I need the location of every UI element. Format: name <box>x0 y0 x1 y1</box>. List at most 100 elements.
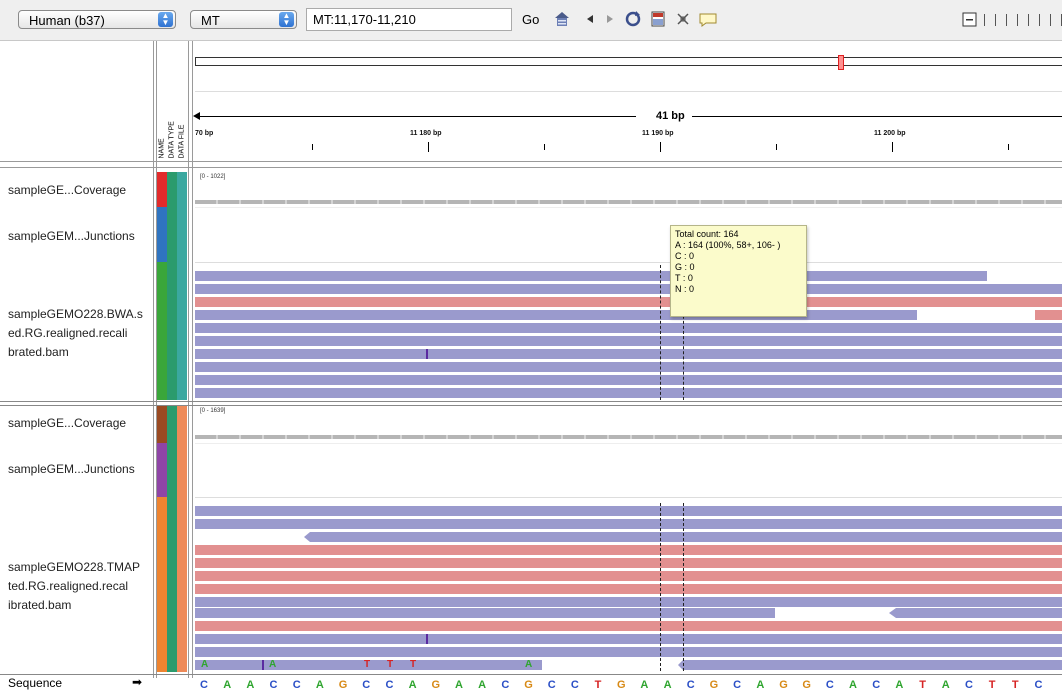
read[interactable] <box>310 532 1062 542</box>
insertion-marker[interactable] <box>426 349 428 359</box>
dropdown-arrows-icon: ▲ ▼ <box>158 12 173 27</box>
read[interactable] <box>195 310 917 320</box>
track-name-alignments-line1[interactable]: sampleGEMO228.TMAP <box>8 558 140 577</box>
sequence-base: C <box>872 679 881 691</box>
attribute-header-name[interactable]: NAME <box>159 109 166 158</box>
read[interactable] <box>195 621 1062 631</box>
coverage-range: [0 - 1022] <box>200 174 226 180</box>
read[interactable] <box>195 349 1062 359</box>
resize-panels-icon[interactable] <box>648 9 668 29</box>
track-name-coverage[interactable]: sampleGE...Coverage <box>8 414 126 433</box>
track-name-alignments-line3[interactable]: brated.bam <box>8 343 69 362</box>
track-name-junctions[interactable]: sampleGEM...Junctions <box>8 460 135 479</box>
coverage-range: [0 - 1639] <box>200 408 226 414</box>
sequence-base: A <box>223 679 232 691</box>
sequence-base: A <box>454 679 463 691</box>
sequence-base: G <box>338 679 348 691</box>
chromosome-dropdown[interactable]: MT ▲ ▼ <box>190 10 297 29</box>
chromosome-ideogram[interactable] <box>195 57 1062 66</box>
sequence-base: G <box>524 679 533 691</box>
sequence-base: G <box>779 679 788 691</box>
sequence-base: C <box>733 679 742 691</box>
read[interactable] <box>195 297 1062 307</box>
sequence-base: G <box>431 679 441 691</box>
tooltip-line: T : 0 <box>675 273 693 283</box>
sequence-base: A <box>756 679 765 691</box>
attribute-header-data-type[interactable]: DATA TYPE <box>169 109 176 158</box>
sequence-base: C <box>686 679 695 691</box>
track-name-alignments-line3[interactable]: ibrated.bam <box>8 596 71 615</box>
sequence-base: C <box>570 679 579 691</box>
coverage-tooltip: Total count: 164 A : 164 (100%, 58+, 106… <box>670 225 807 317</box>
read[interactable] <box>195 388 1062 398</box>
mismatch-base: T <box>364 659 371 670</box>
genome-dropdown[interactable]: Human (b37) ▲ ▼ <box>18 10 176 29</box>
zoom-out-icon[interactable] <box>960 9 980 29</box>
read[interactable] <box>195 519 1062 529</box>
sequence-base: A <box>849 679 857 691</box>
mismatch-base: T <box>410 659 417 670</box>
track-name-coverage[interactable]: sampleGE...Coverage <box>8 181 126 200</box>
sequence-base: A <box>246 679 255 691</box>
mismatch-base: A <box>201 659 209 670</box>
back-arrow-icon[interactable] <box>580 9 600 29</box>
read[interactable] <box>195 634 1062 644</box>
sequence-base: A <box>663 679 672 691</box>
mismatch-base: T <box>387 659 394 670</box>
read[interactable] <box>195 375 1062 385</box>
insertion-marker[interactable] <box>262 660 264 670</box>
zoom-slider[interactable] <box>984 14 1062 26</box>
track-name-alignments-line2[interactable]: ed.RG.realigned.recali <box>8 324 127 343</box>
span-line-left <box>196 116 636 117</box>
read[interactable] <box>195 608 775 618</box>
insertion-marker[interactable] <box>426 634 428 644</box>
read[interactable] <box>683 660 1062 670</box>
refresh-icon[interactable] <box>623 9 643 29</box>
read[interactable] <box>195 647 1062 657</box>
read[interactable] <box>1035 310 1062 320</box>
read[interactable] <box>195 323 1062 333</box>
sequence-base: A <box>478 679 487 691</box>
sequence-base: G <box>709 679 719 691</box>
read[interactable] <box>195 558 1062 568</box>
read[interactable] <box>896 608 1062 618</box>
read[interactable] <box>195 571 1062 581</box>
read[interactable] <box>195 506 1062 516</box>
read[interactable] <box>195 336 1062 346</box>
sequence-base: C <box>269 679 278 691</box>
sequence-base: T <box>919 679 926 691</box>
home-icon[interactable] <box>552 9 572 29</box>
tooltip-line: Total count: 164 <box>675 229 739 239</box>
tooltip-line: G : 0 <box>675 262 695 272</box>
sequence-base: C <box>362 679 371 691</box>
region-of-interest-icon[interactable] <box>673 9 693 29</box>
attribute-headers: NAME DATA TYPE DATA FILE <box>157 110 187 160</box>
sequence-base: C <box>501 679 510 691</box>
forward-arrow-icon[interactable] <box>600 9 620 29</box>
read[interactable] <box>195 584 1062 594</box>
popup-text-icon[interactable] <box>698 9 718 29</box>
read[interactable] <box>195 545 1062 555</box>
read[interactable] <box>195 362 1062 372</box>
attribute-header-data-file[interactable]: DATA FILE <box>179 109 186 159</box>
toolbar: Human (b37) ▲ ▼ MT ▲ ▼ MT:11,170-11,210 Go <box>0 0 1062 41</box>
read[interactable] <box>195 597 1062 607</box>
track-name-alignments-line2[interactable]: ted.RG.realigned.recal <box>8 577 128 596</box>
sequence-base: A <box>315 679 324 691</box>
sequence-base: A <box>640 679 649 691</box>
track-name-alignments-line1[interactable]: sampleGEMO228.BWA.s <box>8 305 143 324</box>
read[interactable] <box>195 271 987 281</box>
ruler-tick-label: 11 180 bp <box>410 130 442 137</box>
go-button[interactable]: Go <box>522 10 539 29</box>
track-name-junctions[interactable]: sampleGEM...Junctions <box>8 227 135 246</box>
sequence-base: C <box>292 679 301 691</box>
strand-arrow-icon[interactable]: ➡ <box>132 675 142 689</box>
coverage-track[interactable] <box>195 200 1062 204</box>
mismatch-base: A <box>525 659 533 670</box>
sequence-track-name[interactable]: Sequence <box>8 676 62 690</box>
sequence-base: C <box>385 679 394 691</box>
read[interactable] <box>195 284 1062 294</box>
locus-input[interactable]: MT:11,170-11,210 <box>306 8 512 31</box>
coverage-track[interactable] <box>195 435 1062 439</box>
dropdown-arrows-icon: ▲ ▼ <box>279 12 294 27</box>
